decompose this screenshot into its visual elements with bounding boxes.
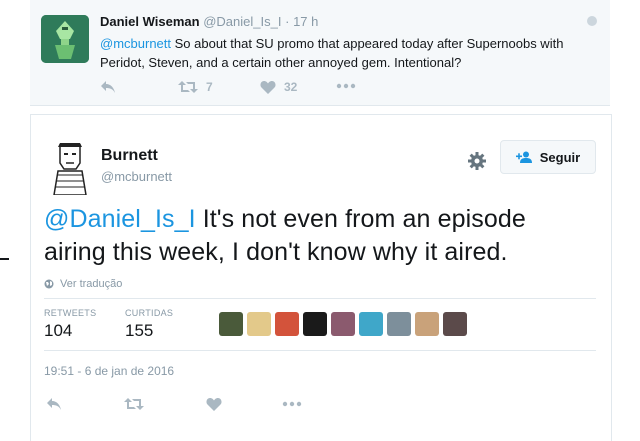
author-handle[interactable]: @mcburnett [101,169,172,184]
follow-button[interactable]: Seguir [500,140,596,174]
more-button[interactable] [282,401,302,407]
translate-label: Ver tradução [60,278,123,290]
tweet-actions: 7 32 [100,80,500,98]
avatar[interactable] [41,15,89,63]
tweet-actions [44,397,344,415]
retweet-button[interactable] [124,397,144,411]
separator-dot: · [285,14,290,29]
retweets-count: 104 [44,321,73,340]
liker-avatar-5[interactable] [331,312,355,336]
globe-icon [44,279,54,289]
tweet-time[interactable]: 17 h [293,14,318,29]
reply-button[interactable] [100,80,116,94]
liker-avatar-2[interactable] [247,312,271,336]
retweets-label: RETWEETS [44,308,97,318]
edge-divider [0,258,9,260]
reply-icon [47,398,61,410]
likes-label: CURTIDAS [125,308,174,318]
tweet-timestamp: 19:51 - 6 de jan de 2016 [44,364,175,378]
author-name[interactable]: Daniel Wiseman [100,14,200,29]
heart-icon [206,398,222,411]
follow-user-icon [515,151,532,163]
follow-button-label: Seguir [539,149,581,165]
main-tweet: Burnett @mcburnett Seguir @Daniel_Is_I I… [30,114,612,441]
more-icon [336,83,356,89]
tweet-header: Daniel Wiseman @Daniel_Is_I · 17 h [100,14,318,29]
retweet-icon [178,81,198,93]
like-count: 32 [284,80,298,94]
gear-icon[interactable] [467,151,487,171]
likes-count: 155 [125,321,154,340]
liker-avatar-7[interactable] [387,312,411,336]
liker-avatars [219,312,471,336]
liker-avatar-9[interactable] [443,312,467,336]
tweet-permalink-page: Daniel Wiseman @Daniel_Is_I · 17 h @mcbu… [0,0,640,441]
liker-avatar-8[interactable] [415,312,439,336]
heart-icon [260,81,276,94]
mention-link[interactable]: @Daniel_Is_I [44,205,196,233]
avatar[interactable] [50,141,90,196]
retweets-stat[interactable]: RETWEETS 104 [44,308,96,341]
liker-avatar-1[interactable] [219,312,243,336]
more-icon [282,401,302,407]
tweet-text: @Daniel_Is_I It's not even from an episo… [44,203,594,269]
divider [44,350,596,351]
divider [44,298,596,299]
more-button[interactable] [336,83,356,89]
retweet-button[interactable]: 7 [178,80,213,94]
author-name[interactable]: Burnett [101,147,158,165]
like-button[interactable] [206,397,222,411]
liker-avatar-3[interactable] [275,312,299,336]
more-options-icon[interactable] [587,16,597,26]
liker-avatar-6[interactable] [359,312,383,336]
retweet-count: 7 [206,80,213,94]
translate-link[interactable]: Ver tradução [44,278,122,290]
mention-link[interactable]: @mcburnett [100,36,171,51]
tweet-text: @mcburnett So about that SU promo that a… [100,34,570,72]
likes-stat[interactable]: CURTIDAS 155 [125,308,173,341]
retweet-icon [124,398,144,410]
author-handle[interactable]: @Daniel_Is_I [203,14,281,29]
reply-icon [101,81,115,93]
like-button[interactable]: 32 [260,80,297,94]
liker-avatar-4[interactable] [303,312,327,336]
parent-tweet[interactable]: Daniel Wiseman @Daniel_Is_I · 17 h @mcbu… [30,0,610,106]
reply-button[interactable] [46,397,62,411]
